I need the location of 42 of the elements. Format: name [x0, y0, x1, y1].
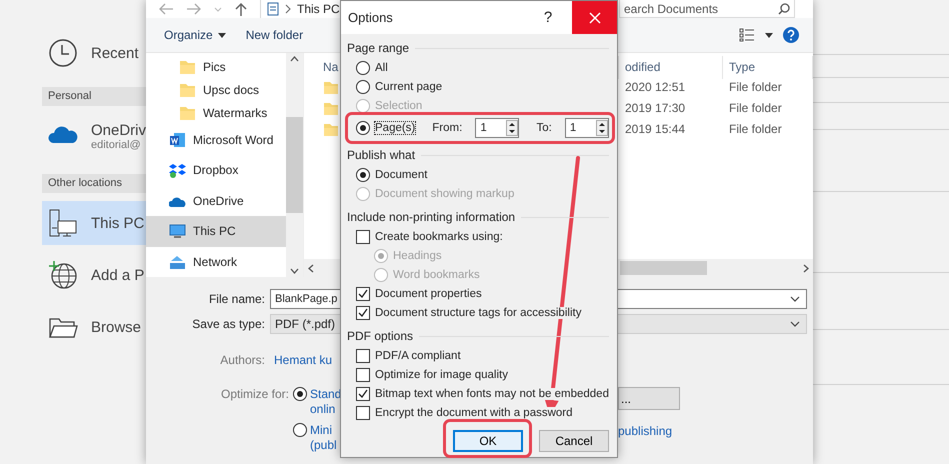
address-text: This PC	[297, 2, 340, 16]
checkbox-label: Create bookmarks using:	[375, 230, 503, 242]
section-header: Other locations	[42, 174, 146, 193]
location-label: This PC	[91, 214, 144, 232]
section-heading: Publish what	[347, 148, 416, 162]
dialog-title: Options	[348, 10, 394, 25]
field-label: Optimize for:	[220, 387, 290, 403]
checkbox-label: Optimize for image quality	[375, 368, 508, 380]
radio-label: Current page	[375, 80, 442, 92]
type-cell-text: File folder	[728, 100, 783, 117]
radio-label: Headings	[393, 250, 442, 262]
radio-label: Document showing markup	[375, 188, 514, 200]
location-label: Recent	[91, 44, 139, 62]
checkbox-label: Document structure tags for accessibility	[375, 306, 582, 318]
date-cell-text: 2020 12:51	[624, 79, 686, 96]
radio-label: Document	[375, 168, 428, 180]
location-label: Add a P	[91, 266, 144, 284]
date-cell-text: 2019 15:44	[624, 121, 686, 138]
date-cell-text: 2019 17:30	[624, 100, 686, 117]
radio-label: All	[375, 62, 388, 74]
type-cell-text: File folder	[728, 121, 783, 138]
account-email: editorial@	[91, 138, 142, 150]
checkbox-label: Document properties	[375, 288, 482, 300]
radio-label: Selection	[375, 100, 422, 112]
type-cell-text: File folder	[728, 79, 783, 96]
location-label: Browse	[91, 318, 142, 336]
section-heading: Page range	[347, 41, 410, 55]
field-label: From:	[432, 122, 462, 134]
section-heading: Include non-printing information	[347, 210, 516, 224]
radio-label: Mini (publ	[310, 423, 337, 453]
field-label: Save as type:	[191, 317, 265, 331]
field-label: To:	[536, 122, 552, 134]
section-header: Personal	[42, 87, 146, 106]
checkbox-label: Bitmap text when fonts may not be embedded	[375, 388, 609, 400]
location-label: OneDriv	[91, 122, 146, 138]
field-label: File name:	[208, 292, 265, 306]
checkbox-label: PDF/A compliant	[375, 350, 461, 362]
radio-label: Page(s)	[375, 122, 416, 134]
field-label: Authors:	[219, 353, 265, 367]
radio-label: Word bookmarks	[393, 268, 480, 280]
radio-label: Stand onlin	[310, 387, 342, 417]
checkbox-label: Encrypt the document with a password	[375, 406, 573, 418]
